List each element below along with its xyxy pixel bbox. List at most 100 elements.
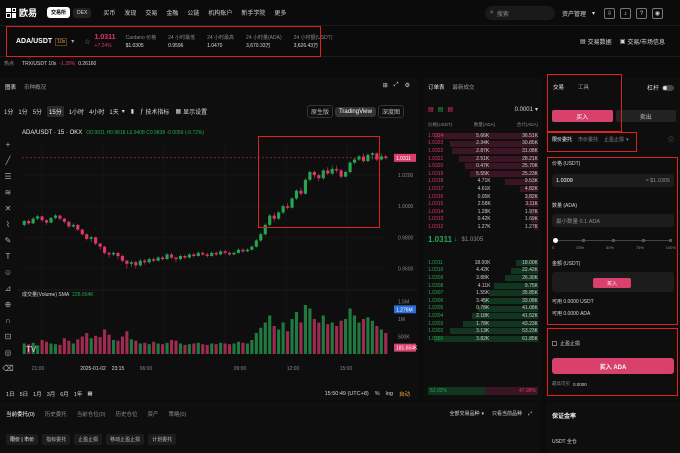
volume-bar[interactable] [210, 343, 214, 355]
candle-body[interactable] [214, 252, 218, 255]
nav-academy[interactable]: 新手学院 [241, 8, 265, 17]
candle-body[interactable] [80, 229, 84, 235]
expand-icon[interactable]: ⤢ [528, 411, 532, 417]
price-input[interactable]: 1.0309 ≈ $1.0305 [552, 174, 674, 187]
volume-bar[interactable] [272, 326, 276, 354]
candle-body[interactable] [330, 168, 334, 174]
candle-body[interactable] [290, 198, 294, 208]
logo[interactable]: 欧易 [6, 6, 37, 19]
volume-bar[interactable] [58, 344, 62, 354]
bid-row[interactable]: 1.0302 3.13K 53.23K [428, 327, 538, 335]
info-icon[interactable]: ⓘ [668, 135, 674, 144]
candle-body[interactable] [27, 221, 31, 224]
bid-row[interactable]: 1.0308 4.11K 9.75K [428, 282, 538, 290]
candle-body[interactable] [165, 254, 169, 260]
candlestick-chart[interactable]: 1.0200 1.0000 0.9800 0.9600 1.0311 1.5M 1M 500K… [18, 126, 418, 378]
volume-bar[interactable] [152, 341, 156, 354]
view-bids-icon[interactable]: ▤ [438, 106, 444, 113]
candle-body[interactable] [227, 252, 232, 255]
calendar-icon[interactable]: ▦ [87, 391, 92, 397]
volume-bar[interactable] [263, 322, 267, 355]
volume-bar[interactable] [277, 329, 281, 355]
order-type-tpsl[interactable]: 止盈止损 [604, 136, 624, 143]
candle-body[interactable] [71, 224, 75, 227]
volume-bar[interactable] [236, 341, 241, 354]
candle-body[interactable] [152, 259, 156, 261]
interval-4h[interactable]: 4小时 [89, 107, 104, 116]
volume-bar[interactable] [196, 342, 200, 354]
log-toggle[interactable]: log [386, 391, 393, 397]
candle-body[interactable] [219, 251, 223, 255]
volume-bar[interactable] [317, 322, 321, 355]
volume-bar[interactable] [111, 340, 116, 354]
nav-buy-crypto[interactable]: 买币 [103, 8, 115, 17]
volume-bar[interactable] [67, 340, 71, 354]
ask-row[interactable]: 1.0314 1.28K 1.97K [428, 208, 538, 216]
interval-1m-b[interactable]: 1分 [18, 107, 27, 116]
volume-bar[interactable] [53, 344, 58, 354]
bid-row[interactable]: 1.0305 0.78K 41.08K [428, 305, 538, 313]
candle-body[interactable] [107, 252, 111, 255]
volume-bar[interactable] [308, 308, 312, 355]
volume-bar[interactable] [379, 329, 383, 355]
volume-bar[interactable] [326, 324, 330, 354]
volume-bar[interactable] [370, 320, 374, 354]
volume-bar[interactable] [384, 333, 388, 354]
ask-row[interactable]: 1.0312 1.27K 1.27K [428, 223, 538, 231]
candle-body[interactable] [379, 156, 383, 160]
candle-body[interactable] [156, 257, 160, 261]
volume-bar[interactable] [227, 344, 232, 354]
range-6m[interactable]: 6月 [60, 390, 69, 398]
candle-body[interactable] [339, 170, 343, 177]
volume-bar[interactable] [294, 312, 299, 354]
volume-bar[interactable] [138, 343, 142, 355]
download-icon[interactable]: ⇩ [604, 8, 616, 19]
candle-body[interactable] [294, 190, 299, 199]
volume-bar[interactable] [254, 333, 258, 354]
instrument-select[interactable]: 全部交易品种 [449, 410, 479, 417]
lock-icon[interactable]: ⊡ [2, 330, 14, 342]
ask-row[interactable]: 1.0323 2.34K 30.85K [428, 140, 538, 148]
range-5d[interactable]: 5日 [20, 390, 29, 398]
ask-row[interactable]: 1.0320 0.47K 25.70K [428, 162, 538, 170]
ask-row[interactable]: 1.0322 2.87K 31.08K [428, 147, 538, 155]
sell-tab[interactable]: 卖出 [615, 110, 676, 122]
volume-bar[interactable] [80, 336, 84, 355]
bid-row[interactable]: 1.0307 1.55K 35.85K [428, 289, 538, 297]
candle-body[interactable] [366, 154, 370, 162]
volume-bar[interactable] [174, 340, 178, 354]
quantity-input[interactable]: 最小数量 0.1 ADA [552, 214, 674, 227]
volume-bar[interactable] [312, 319, 316, 354]
candle-body[interactable] [22, 221, 26, 225]
hot-pair[interactable]: TRX/USDT 10x [22, 61, 56, 67]
auto-toggle[interactable]: 自动 [399, 390, 410, 398]
volume-bar[interactable] [303, 305, 307, 354]
candle-body[interactable] [281, 206, 285, 213]
language-icon[interactable]: ◉ [652, 8, 664, 19]
volume-bar[interactable] [223, 343, 227, 355]
expand-icon[interactable]: ⤢ [394, 82, 399, 89]
slider-handle[interactable] [553, 238, 558, 243]
volume-bar[interactable] [250, 340, 254, 354]
candle-body[interactable] [129, 262, 133, 264]
candle-body[interactable] [192, 254, 196, 256]
volume-bar[interactable] [290, 319, 294, 354]
interval-1m-a[interactable]: 1分 [4, 107, 13, 116]
bid-row[interactable]: 1.0310 4.42K 22.42K [428, 267, 538, 275]
volume-bar[interactable] [125, 331, 129, 354]
candle-body[interactable] [76, 224, 80, 230]
mode-native[interactable]: 原生版 [306, 105, 333, 118]
candle-body[interactable] [62, 218, 66, 222]
candle-body[interactable] [120, 256, 124, 261]
volume-bar[interactable] [120, 336, 124, 355]
candle-body[interactable] [147, 259, 151, 263]
trash-icon[interactable]: ⌫ [2, 362, 14, 374]
candle-body[interactable] [94, 237, 98, 244]
brush-icon[interactable]: ✎ [2, 234, 14, 246]
candle-body[interactable] [143, 260, 147, 263]
ask-row[interactable]: 1.0324 5.66K 36.51K [428, 132, 538, 140]
candle-body[interactable] [169, 254, 174, 258]
interval-5m[interactable]: 5分 [33, 107, 42, 116]
candle-body[interactable] [384, 156, 388, 158]
chevron-down-icon[interactable]: ▾ [122, 108, 125, 115]
